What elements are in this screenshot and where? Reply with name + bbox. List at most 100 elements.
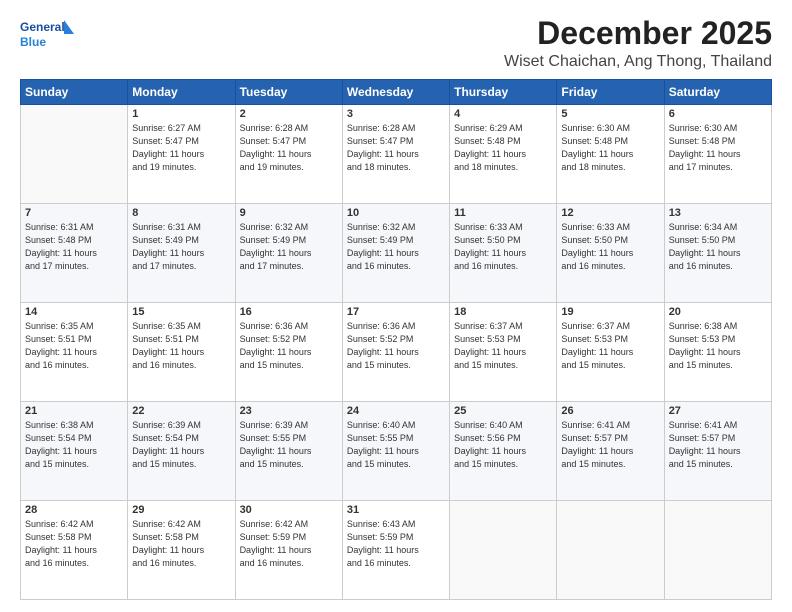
day-number: 25 bbox=[454, 405, 552, 417]
calendar-cell bbox=[664, 501, 771, 600]
calendar-header-tuesday: Tuesday bbox=[235, 80, 342, 105]
day-number: 21 bbox=[25, 405, 123, 417]
day-number: 29 bbox=[132, 504, 230, 516]
calendar-cell: 23 Sunrise: 6:39 AMSunset: 5:55 PMDayligh… bbox=[235, 402, 342, 501]
calendar-cell: 8 Sunrise: 6:31 AMSunset: 5:49 PMDaylight… bbox=[128, 204, 235, 303]
calendar-cell: 29 Sunrise: 6:42 AMSunset: 5:58 PMDayligh… bbox=[128, 501, 235, 600]
calendar-cell: 21 Sunrise: 6:38 AMSunset: 5:54 PMDayligh… bbox=[21, 402, 128, 501]
calendar-cell: 22 Sunrise: 6:39 AMSunset: 5:54 PMDayligh… bbox=[128, 402, 235, 501]
day-number: 20 bbox=[669, 306, 767, 318]
calendar-cell: 28 Sunrise: 6:42 AMSunset: 5:58 PMDayligh… bbox=[21, 501, 128, 600]
calendar-cell: 30 Sunrise: 6:42 AMSunset: 5:59 PMDayligh… bbox=[235, 501, 342, 600]
day-number: 6 bbox=[669, 108, 767, 120]
day-info: Sunrise: 6:38 AMSunset: 5:53 PMDaylight:… bbox=[669, 320, 767, 372]
day-info: Sunrise: 6:39 AMSunset: 5:54 PMDaylight:… bbox=[132, 419, 230, 471]
day-info: Sunrise: 6:33 AMSunset: 5:50 PMDaylight:… bbox=[454, 221, 552, 273]
day-number: 30 bbox=[240, 504, 338, 516]
day-number: 2 bbox=[240, 108, 338, 120]
day-number: 5 bbox=[561, 108, 659, 120]
calendar-cell: 5 Sunrise: 6:30 AMSunset: 5:48 PMDaylight… bbox=[557, 105, 664, 204]
day-info: Sunrise: 6:35 AMSunset: 5:51 PMDaylight:… bbox=[25, 320, 123, 372]
day-number: 18 bbox=[454, 306, 552, 318]
day-number: 19 bbox=[561, 306, 659, 318]
calendar-header-sunday: Sunday bbox=[21, 80, 128, 105]
day-number: 11 bbox=[454, 207, 552, 219]
day-info: Sunrise: 6:37 AMSunset: 5:53 PMDaylight:… bbox=[454, 320, 552, 372]
day-info: Sunrise: 6:34 AMSunset: 5:50 PMDaylight:… bbox=[669, 221, 767, 273]
calendar-cell: 18 Sunrise: 6:37 AMSunset: 5:53 PMDayligh… bbox=[450, 303, 557, 402]
day-number: 1 bbox=[132, 108, 230, 120]
calendar-week-row: 28 Sunrise: 6:42 AMSunset: 5:58 PMDayligh… bbox=[21, 501, 772, 600]
main-title: December 2025 bbox=[504, 16, 772, 51]
day-info: Sunrise: 6:36 AMSunset: 5:52 PMDaylight:… bbox=[240, 320, 338, 372]
day-number: 24 bbox=[347, 405, 445, 417]
day-number: 4 bbox=[454, 108, 552, 120]
day-number: 22 bbox=[132, 405, 230, 417]
day-info: Sunrise: 6:29 AMSunset: 5:48 PMDaylight:… bbox=[454, 122, 552, 174]
calendar-cell: 12Sunrise: 6:33 AMSunset: 5:50 PMDayligh… bbox=[557, 204, 664, 303]
day-info: Sunrise: 6:28 AMSunset: 5:47 PMDaylight:… bbox=[240, 122, 338, 174]
day-info: Sunrise: 6:39 AMSunset: 5:55 PMDaylight:… bbox=[240, 419, 338, 471]
header: General Blue December 2025 Wiset Chaicha… bbox=[20, 16, 772, 71]
calendar-cell: 19 Sunrise: 6:37 AMSunset: 5:53 PMDayligh… bbox=[557, 303, 664, 402]
day-number: 31 bbox=[347, 504, 445, 516]
day-info: Sunrise: 6:37 AMSunset: 5:53 PMDaylight:… bbox=[561, 320, 659, 372]
calendar-cell: 7 Sunrise: 6:31 AMSunset: 5:48 PMDaylight… bbox=[21, 204, 128, 303]
day-info: Sunrise: 6:40 AMSunset: 5:55 PMDaylight:… bbox=[347, 419, 445, 471]
calendar-cell: 17Sunrise: 6:36 AMSunset: 5:52 PMDayligh… bbox=[342, 303, 449, 402]
day-info: Sunrise: 6:38 AMSunset: 5:54 PMDaylight:… bbox=[25, 419, 123, 471]
title-block: December 2025 Wiset Chaichan, Ang Thong,… bbox=[504, 16, 772, 71]
day-info: Sunrise: 6:43 AMSunset: 5:59 PMDaylight:… bbox=[347, 518, 445, 570]
logo: General Blue bbox=[20, 16, 74, 52]
calendar-header-friday: Friday bbox=[557, 80, 664, 105]
calendar-week-row: 14 Sunrise: 6:35 AMSunset: 5:51 PMDayligh… bbox=[21, 303, 772, 402]
calendar-cell: 3Sunrise: 6:28 AMSunset: 5:47 PMDaylight… bbox=[342, 105, 449, 204]
day-number: 28 bbox=[25, 504, 123, 516]
day-number: 15 bbox=[132, 306, 230, 318]
calendar-cell: 16Sunrise: 6:36 AMSunset: 5:52 PMDayligh… bbox=[235, 303, 342, 402]
day-number: 3 bbox=[347, 108, 445, 120]
day-info: Sunrise: 6:32 AMSunset: 5:49 PMDaylight:… bbox=[240, 221, 338, 273]
day-info: Sunrise: 6:31 AMSunset: 5:48 PMDaylight:… bbox=[25, 221, 123, 273]
day-number: 27 bbox=[669, 405, 767, 417]
day-number: 23 bbox=[240, 405, 338, 417]
calendar-cell: 20 Sunrise: 6:38 AMSunset: 5:53 PMDayligh… bbox=[664, 303, 771, 402]
day-info: Sunrise: 6:42 AMSunset: 5:58 PMDaylight:… bbox=[25, 518, 123, 570]
calendar-week-row: 1Sunrise: 6:27 AMSunset: 5:47 PMDaylight… bbox=[21, 105, 772, 204]
day-info: Sunrise: 6:32 AMSunset: 5:49 PMDaylight:… bbox=[347, 221, 445, 273]
calendar-cell bbox=[450, 501, 557, 600]
calendar-header-monday: Monday bbox=[128, 80, 235, 105]
day-info: Sunrise: 6:42 AMSunset: 5:58 PMDaylight:… bbox=[132, 518, 230, 570]
day-info: Sunrise: 6:31 AMSunset: 5:49 PMDaylight:… bbox=[132, 221, 230, 273]
day-number: 17 bbox=[347, 306, 445, 318]
day-number: 7 bbox=[25, 207, 123, 219]
day-info: Sunrise: 6:41 AMSunset: 5:57 PMDaylight:… bbox=[561, 419, 659, 471]
day-info: Sunrise: 6:40 AMSunset: 5:56 PMDaylight:… bbox=[454, 419, 552, 471]
day-number: 26 bbox=[561, 405, 659, 417]
day-info: Sunrise: 6:35 AMSunset: 5:51 PMDaylight:… bbox=[132, 320, 230, 372]
day-info: Sunrise: 6:30 AMSunset: 5:48 PMDaylight:… bbox=[669, 122, 767, 174]
day-number: 8 bbox=[132, 207, 230, 219]
calendar-header-row: SundayMondayTuesdayWednesdayThursdayFrid… bbox=[21, 80, 772, 105]
calendar-week-row: 21 Sunrise: 6:38 AMSunset: 5:54 PMDayligh… bbox=[21, 402, 772, 501]
calendar-cell: 4 Sunrise: 6:29 AMSunset: 5:48 PMDaylight… bbox=[450, 105, 557, 204]
svg-text:Blue: Blue bbox=[20, 35, 46, 49]
calendar-cell: 31 Sunrise: 6:43 AMSunset: 5:59 PMDayligh… bbox=[342, 501, 449, 600]
day-info: Sunrise: 6:42 AMSunset: 5:59 PMDaylight:… bbox=[240, 518, 338, 570]
calendar-cell: 14 Sunrise: 6:35 AMSunset: 5:51 PMDayligh… bbox=[21, 303, 128, 402]
day-info: Sunrise: 6:41 AMSunset: 5:57 PMDaylight:… bbox=[669, 419, 767, 471]
day-number: 14 bbox=[25, 306, 123, 318]
calendar-cell: 25 Sunrise: 6:40 AMSunset: 5:56 PMDayligh… bbox=[450, 402, 557, 501]
svg-text:General: General bbox=[20, 20, 65, 34]
day-info: Sunrise: 6:33 AMSunset: 5:50 PMDaylight:… bbox=[561, 221, 659, 273]
calendar-cell: 11 Sunrise: 6:33 AMSunset: 5:50 PMDayligh… bbox=[450, 204, 557, 303]
calendar-header-thursday: Thursday bbox=[450, 80, 557, 105]
calendar-cell: 9 Sunrise: 6:32 AMSunset: 5:49 PMDaylight… bbox=[235, 204, 342, 303]
calendar-header-saturday: Saturday bbox=[664, 80, 771, 105]
subtitle: Wiset Chaichan, Ang Thong, Thailand bbox=[504, 53, 772, 71]
day-info: Sunrise: 6:30 AMSunset: 5:48 PMDaylight:… bbox=[561, 122, 659, 174]
day-number: 9 bbox=[240, 207, 338, 219]
calendar-cell bbox=[557, 501, 664, 600]
calendar-cell: 26 Sunrise: 6:41 AMSunset: 5:57 PMDayligh… bbox=[557, 402, 664, 501]
day-number: 13 bbox=[669, 207, 767, 219]
